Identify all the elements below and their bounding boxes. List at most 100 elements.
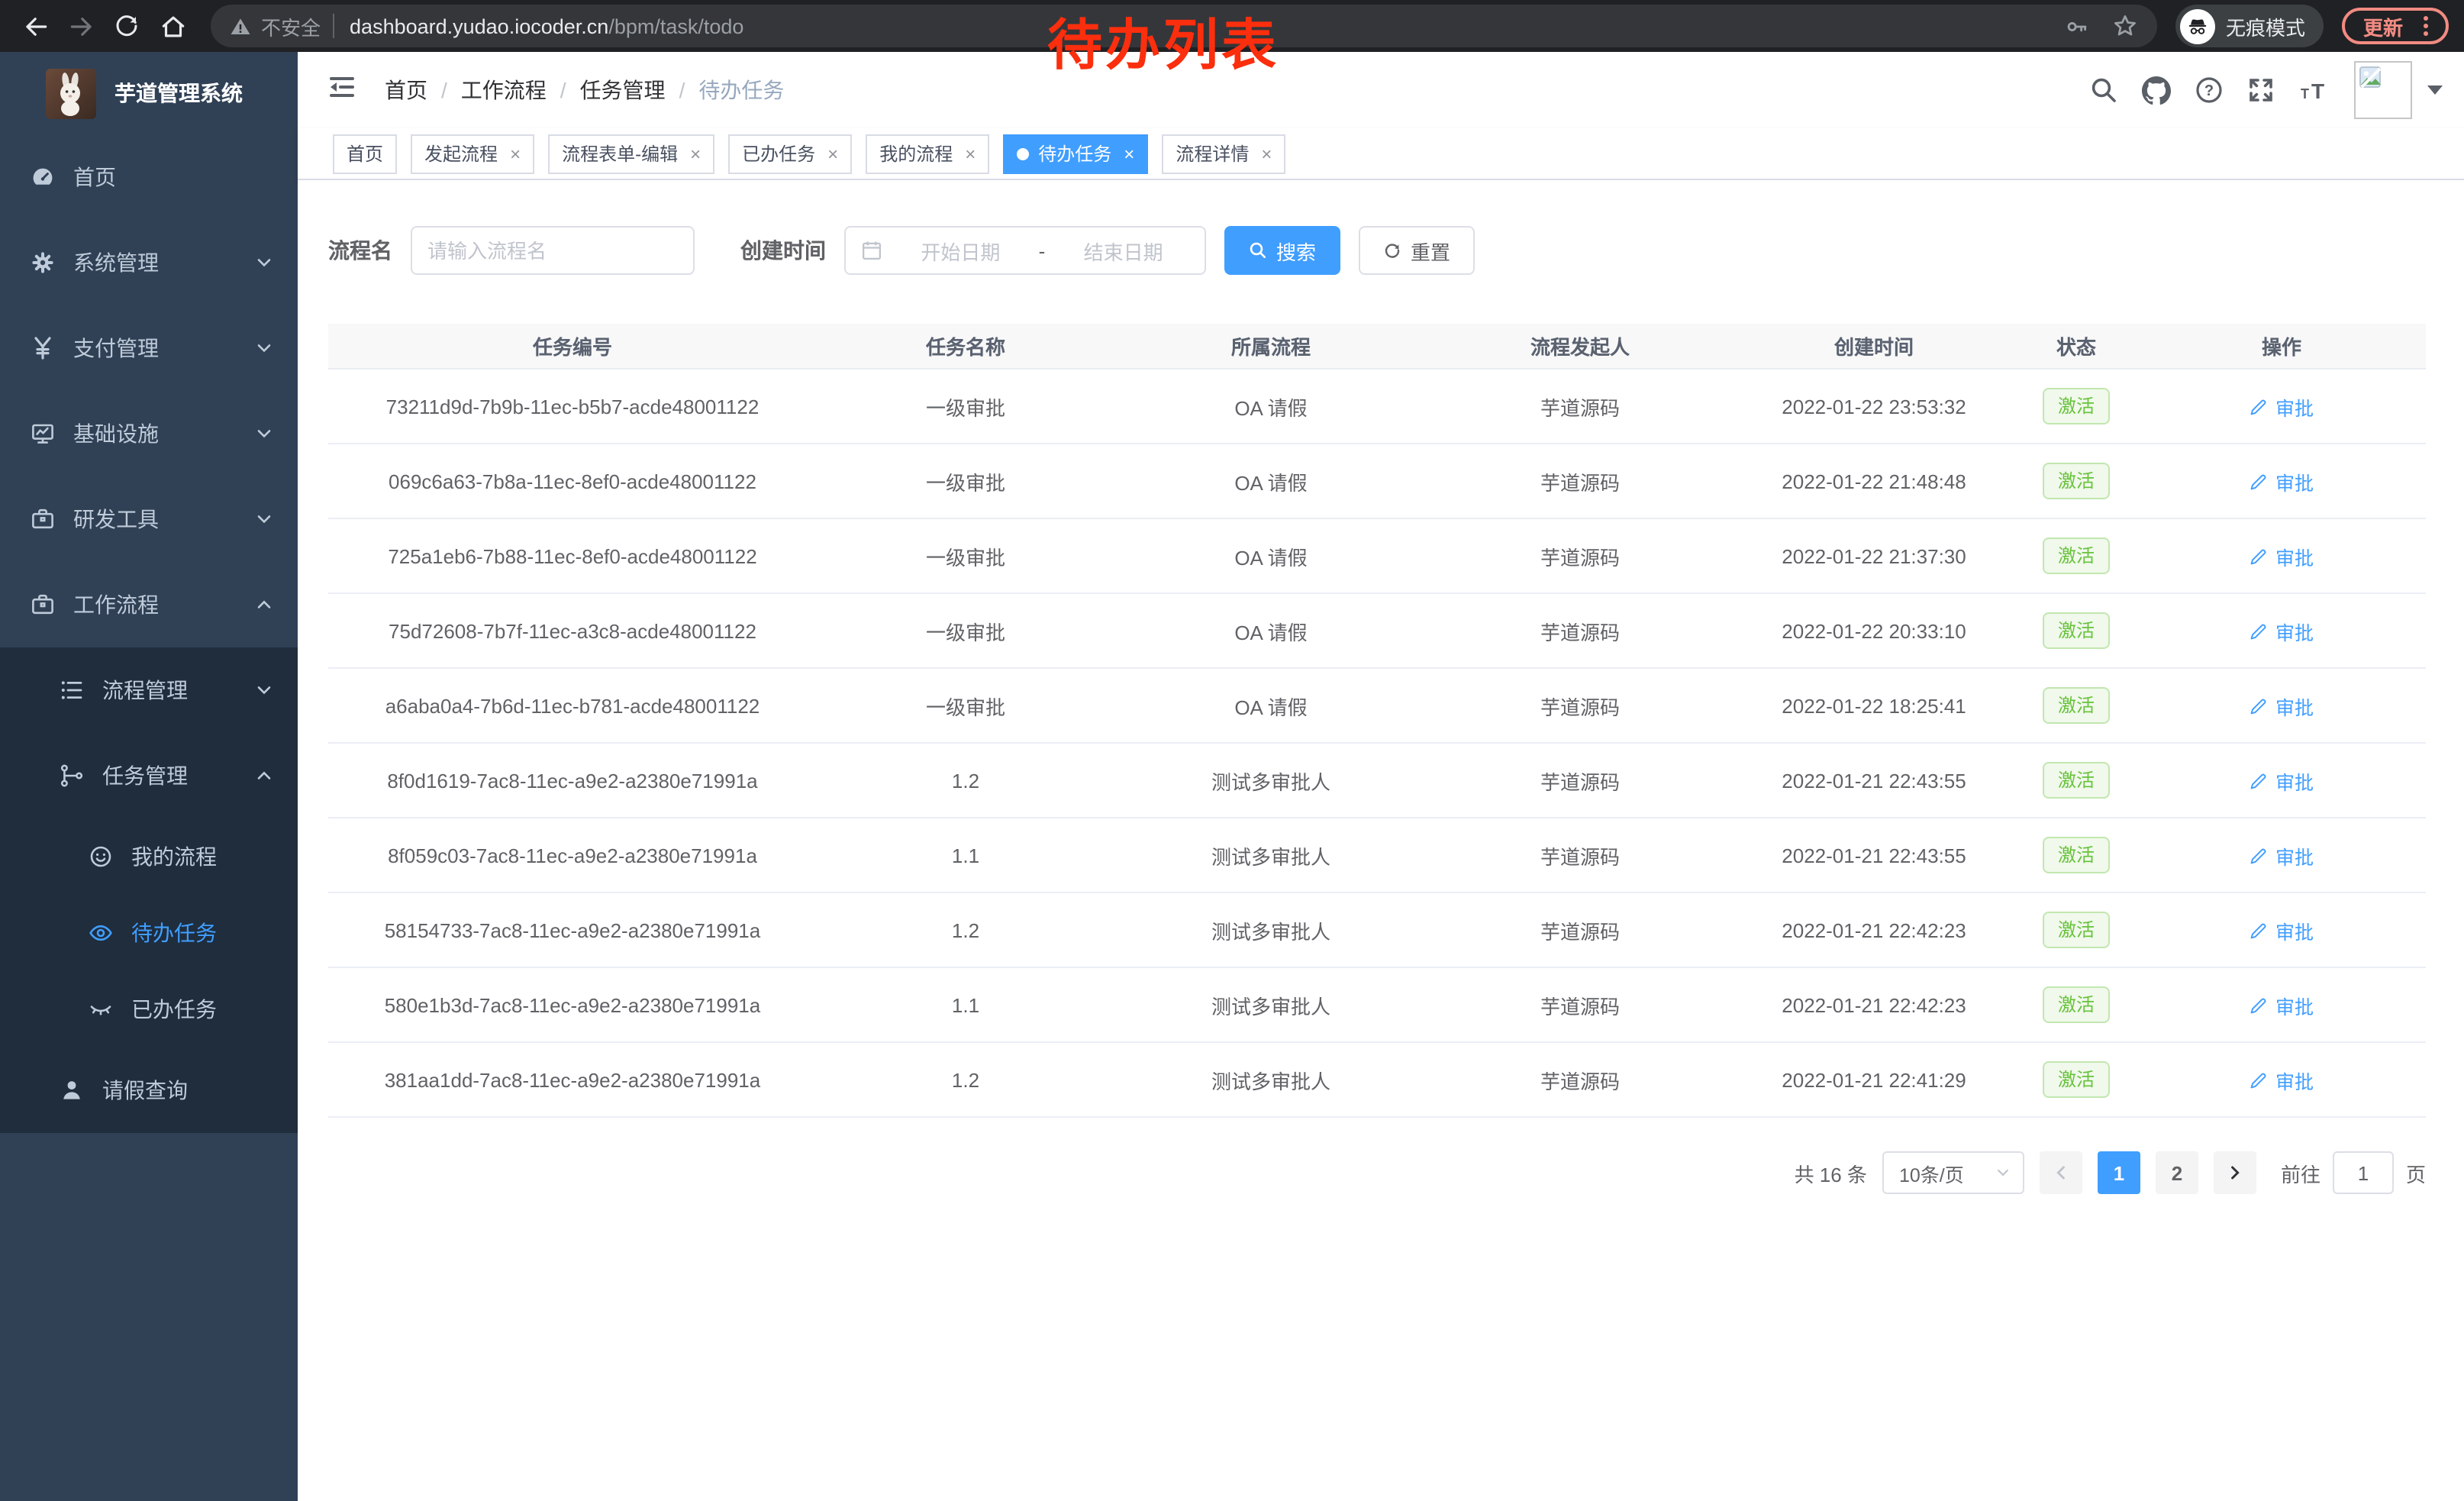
address-separator — [333, 14, 334, 38]
start-date-placeholder[interactable]: 开始日期 — [895, 236, 1027, 265]
approve-button[interactable]: 审批 — [2250, 392, 2314, 421]
refresh-icon — [1383, 241, 1401, 260]
end-date-placeholder[interactable]: 结束日期 — [1057, 236, 1189, 265]
edit-pencil-icon — [2250, 995, 2269, 1015]
prev-page-button[interactable] — [2040, 1151, 2082, 1194]
process-cell: OA 请假 — [1114, 389, 1427, 424]
sidebar-item-done-tasks[interactable]: 已办任务 — [0, 971, 298, 1047]
tab-process-detail[interactable]: 流程详情× — [1162, 134, 1285, 173]
next-page-button[interactable] — [2214, 1151, 2256, 1194]
process-cell: 测试多审批人 — [1114, 912, 1427, 947]
col-task-id: 任务编号 — [328, 328, 817, 363]
avatar-dropdown-caret[interactable] — [2427, 86, 2443, 95]
tags-bar: 首页 发起流程× 流程表单-编辑× 已办任务× 我的流程× 待办任务× 流程详情… — [298, 128, 2464, 180]
todo-task-table: 任务编号 任务名称 所属流程 流程发起人 创建时间 状态 操作 73211d9d… — [328, 324, 2426, 1118]
search-icon[interactable] — [2090, 76, 2117, 104]
approve-button[interactable]: 审批 — [2250, 841, 2314, 870]
sidebar-item-dev-tools[interactable]: 研发工具 — [0, 476, 298, 562]
bookmark-star-icon[interactable] — [2111, 12, 2139, 40]
tab-my-process[interactable]: 我的流程× — [866, 134, 989, 173]
task-name-cell: 1.1 — [817, 990, 1114, 1019]
breadcrumb-home[interactable]: 首页 — [385, 75, 427, 105]
starter-cell: 芋道源码 — [1427, 463, 1733, 499]
close-icon[interactable]: × — [690, 143, 701, 164]
page-button-2[interactable]: 2 — [2156, 1151, 2198, 1194]
address-bar[interactable]: 不安全 dashboard.yudao.iocoder.cn/bpm/task/… — [211, 5, 2157, 47]
pagination: 共 16 条 10条/页 1 2 前往 — [328, 1151, 2426, 1194]
help-button[interactable]: ? — [2195, 76, 2223, 104]
status-badge: 激活 — [2043, 1061, 2110, 1098]
goto-page-input[interactable] — [2333, 1151, 2394, 1194]
approve-button[interactable]: 审批 — [2250, 466, 2314, 495]
approve-button[interactable]: 审批 — [2250, 691, 2314, 720]
browser-forward-button[interactable] — [61, 6, 101, 46]
screen: 不安全 dashboard.yudao.iocoder.cn/bpm/task/… — [0, 0, 2464, 1501]
sidebar-item-workflow[interactable]: 工作流程 — [0, 562, 298, 647]
browser-reload-button[interactable] — [107, 6, 147, 46]
fullscreen-icon[interactable] — [2247, 76, 2275, 104]
task-name-cell: 一级审批 — [817, 463, 1114, 499]
process-name-input-wrap — [411, 226, 695, 275]
approve-button[interactable]: 审批 — [2250, 1065, 2314, 1094]
sidebar-item-system[interactable]: 系统管理 — [0, 220, 298, 305]
tab-home[interactable]: 首页 — [333, 134, 397, 173]
tab-todo-tasks[interactable]: 待办任务× — [1003, 134, 1148, 173]
sidebar-item-leave-query[interactable]: 请假查询 — [0, 1047, 298, 1133]
github-icon[interactable] — [2142, 76, 2171, 105]
url-path: /bpm/task/todo — [608, 15, 743, 37]
task-id-cell: 8f059c03-7ac8-11ec-a9e2-a2380e71991a — [328, 841, 817, 870]
tab-done-tasks[interactable]: 已办任务× — [728, 134, 852, 173]
browser-home-button[interactable] — [153, 6, 192, 46]
reset-button[interactable]: 重置 — [1359, 226, 1475, 275]
search-button[interactable]: 搜索 — [1224, 226, 1340, 275]
user-avatar[interactable] — [2354, 61, 2412, 119]
monitor-chart-icon — [31, 421, 55, 446]
sidebar-item-task-management[interactable]: 任务管理 — [0, 733, 298, 818]
close-icon[interactable]: × — [510, 143, 521, 164]
approve-button[interactable]: 审批 — [2250, 990, 2314, 1019]
close-icon[interactable]: × — [1261, 143, 1272, 164]
browser-update-menu-button[interactable]: 更新 — [2342, 8, 2449, 44]
tab-start-process[interactable]: 发起流程× — [411, 134, 534, 173]
sidebar-item-payment[interactable]: 支付管理 — [0, 305, 298, 391]
browser-back-button[interactable] — [15, 6, 55, 46]
page-content: 流程名 创建时间 开始日期 - 结束日期 搜索 — [298, 180, 2464, 1194]
sidebar-item-process-management[interactable]: 流程管理 — [0, 647, 298, 733]
chevron-down-icon — [1995, 1165, 2011, 1180]
edit-pencil-icon — [2250, 396, 2269, 416]
approve-button[interactable]: 审批 — [2250, 541, 2314, 570]
tab-process-form-edit[interactable]: 流程表单-编辑× — [548, 134, 714, 173]
approve-button[interactable]: 审批 — [2250, 766, 2314, 795]
breadcrumb-task-management[interactable]: 任务管理 — [580, 75, 666, 105]
password-key-icon[interactable] — [2064, 13, 2090, 39]
security-label[interactable]: 不安全 — [261, 11, 321, 40]
date-range-picker[interactable]: 开始日期 - 结束日期 — [844, 226, 1206, 275]
briefcase-icon — [31, 592, 55, 617]
page-button-1[interactable]: 1 — [2098, 1151, 2140, 1194]
sidebar-item-home[interactable]: 首页 — [0, 134, 298, 220]
sidebar-collapse-button[interactable] — [321, 65, 363, 115]
close-icon[interactable]: × — [965, 143, 976, 164]
edit-pencil-icon — [2250, 1070, 2269, 1089]
task-name-cell: 1.2 — [817, 1065, 1114, 1094]
sidebar-item-infrastructure[interactable]: 基础设施 — [0, 391, 298, 476]
created-time-cell: 2022-01-22 18:25:41 — [1733, 691, 2015, 720]
page-size-select[interactable]: 10条/页 — [1882, 1151, 2024, 1194]
font-size-icon[interactable]: TT — [2299, 76, 2330, 104]
sidebar-item-todo-tasks[interactable]: 待办任务 — [0, 895, 298, 971]
approve-button[interactable]: 审批 — [2250, 915, 2314, 944]
created-time-cell: 2022-01-22 20:33:10 — [1733, 616, 2015, 645]
page-unit-label: 页 — [2406, 1158, 2426, 1187]
close-icon[interactable]: × — [1124, 143, 1134, 164]
created-time-cell: 2022-01-21 22:42:23 — [1733, 990, 2015, 1019]
sidebar-logo[interactable]: 芋道管理系统 — [0, 52, 298, 134]
approve-button[interactable]: 审批 — [2250, 616, 2314, 645]
process-name-input[interactable] — [427, 239, 678, 262]
breadcrumb-workflow[interactable]: 工作流程 — [461, 75, 547, 105]
chevron-down-icon — [255, 510, 273, 528]
sidebar-item-my-process[interactable]: 我的流程 — [0, 818, 298, 895]
task-id-cell: 73211d9d-7b9b-11ec-b5b7-acde48001122 — [328, 392, 817, 421]
close-icon[interactable]: × — [827, 143, 838, 164]
created-time-cell: 2022-01-21 22:42:23 — [1733, 915, 2015, 944]
status-badge: 激活 — [2043, 463, 2110, 499]
